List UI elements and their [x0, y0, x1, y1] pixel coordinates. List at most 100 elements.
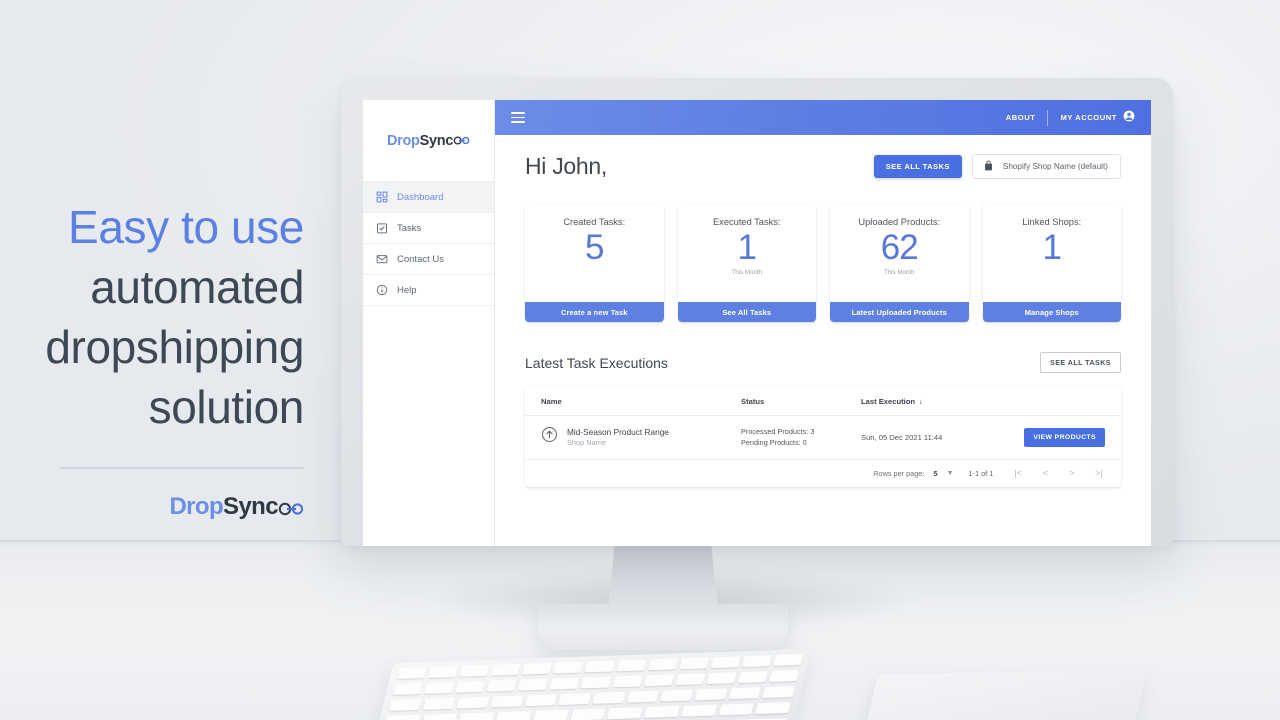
- table-pagination: Rows per page: 5 ▼ 1-1 of 1 |< < > >|: [525, 460, 1121, 487]
- info-circle-icon: [376, 284, 388, 296]
- headline-line-1: Easy to use: [68, 201, 304, 253]
- section-title: Latest Task Executions: [525, 354, 668, 371]
- sidebar-item-help[interactable]: Help: [363, 275, 494, 306]
- brand-logo-drop: Drop: [169, 493, 224, 520]
- shop-selector[interactable]: Shopify Shop Name (default): [971, 154, 1121, 179]
- brand-logo: DropSync: [169, 493, 304, 523]
- sidebar-item-tasks[interactable]: Tasks: [363, 213, 494, 244]
- table-section-header: Latest Task Executions SEE ALL TASKS: [525, 352, 1121, 373]
- view-products-button[interactable]: VIEW PRODUCTS: [1024, 427, 1105, 447]
- first-page-button[interactable]: |<: [1008, 468, 1028, 478]
- monitor-stand-neck: [608, 546, 718, 610]
- upload-circle-icon: [541, 426, 558, 448]
- headline-line-2: automated: [90, 261, 304, 313]
- page-header: Hi John, SEE ALL TASKS Shopify Shop Name…: [525, 153, 1121, 180]
- next-page-button[interactable]: >: [1063, 468, 1080, 478]
- see-all-tasks-card-button[interactable]: See All Tasks: [677, 302, 816, 322]
- table-header-row: Name Status Last Execution ↓: [525, 386, 1121, 416]
- create-new-task-button[interactable]: Create a new Task: [525, 302, 664, 322]
- monitor-stand-foot: [538, 604, 788, 650]
- table-row: Mid-Season Product Range Shop Name Proce…: [525, 416, 1121, 460]
- headline-line-4: solution: [148, 381, 305, 433]
- sidebar-item-label: Dashboard: [397, 191, 444, 203]
- last-page-button[interactable]: >|: [1089, 468, 1109, 478]
- link-chain-icon: [278, 495, 304, 523]
- see-all-tasks-button[interactable]: SEE ALL TASKS: [873, 155, 962, 178]
- stat-card-linked-shops: Linked Shops: 1 Manage Shops: [982, 204, 1122, 322]
- shop-selector-value: Shopify Shop Name (default): [1002, 162, 1108, 171]
- rows-per-page-value[interactable]: 5: [933, 469, 937, 478]
- page-header-actions: SEE ALL TASKS Shopify Shop Name (default…: [873, 154, 1121, 179]
- pending-products-count: Pending Products: 0: [741, 438, 807, 448]
- card-body: Linked Shops: 1: [983, 204, 1122, 302]
- task-name-cell: Mid-Season Product Range Shop Name: [541, 426, 741, 448]
- topbar-actions: ABOUT MY ACCOUNT: [1006, 109, 1135, 127]
- sort-descending-arrow-icon: ↓: [919, 397, 923, 406]
- topbar-divider: [1047, 109, 1049, 126]
- last-execution-timestamp: Sun, 05 Dec 2021 11:44: [861, 432, 943, 442]
- card-title: Uploaded Products:: [858, 217, 941, 227]
- shopping-bag-icon: [983, 160, 994, 173]
- checklist-icon: [376, 222, 388, 234]
- latest-uploaded-products-button[interactable]: Latest Uploaded Products: [830, 302, 969, 322]
- hamburger-icon[interactable]: [511, 112, 525, 123]
- manage-shops-button[interactable]: Manage Shops: [982, 302, 1121, 322]
- task-name-block: Mid-Season Product Range Shop Name: [567, 427, 669, 447]
- app-main: ABOUT MY ACCOUNT Hi John, SEE ALL TASKS: [495, 100, 1151, 546]
- card-value: 1: [737, 228, 757, 267]
- sidebar-logo-drop: Drop: [386, 132, 420, 149]
- dashboard-grid-icon: [376, 191, 388, 203]
- card-subtitle: This Month: [731, 269, 763, 276]
- card-body: Uploaded Products: 62 This Month: [830, 204, 969, 302]
- sidebar-logo-sync: Sync: [419, 132, 454, 149]
- topbar-my-account[interactable]: MY ACCOUNT: [1060, 109, 1135, 127]
- column-header-last-execution-label: Last Execution: [861, 397, 916, 406]
- headline-line-3: dropshipping: [45, 321, 304, 373]
- task-shop-name: Shop Name: [567, 438, 607, 448]
- card-value: 62: [880, 228, 919, 267]
- marketing-headline: Easy to use automated dropshipping solut…: [45, 197, 304, 437]
- topbar-about-link[interactable]: ABOUT: [1006, 113, 1036, 122]
- sidebar-item-contact-us[interactable]: Contact Us: [363, 244, 494, 275]
- mail-icon: [376, 253, 388, 265]
- my-account-label: MY ACCOUNT: [1060, 113, 1117, 122]
- card-body: Created Tasks: 5: [525, 204, 664, 302]
- app-screen: Drop Sync Dashboard Tasks Contact Us Hel…: [363, 100, 1151, 546]
- card-value: 5: [585, 228, 604, 267]
- app-topbar: ABOUT MY ACCOUNT: [495, 100, 1151, 135]
- sidebar-logo: Drop Sync: [363, 100, 494, 182]
- app-sidebar: Drop Sync Dashboard Tasks Contact Us Hel…: [363, 100, 495, 546]
- card-title: Executed Tasks:: [712, 217, 781, 227]
- account-circle-icon: [1123, 109, 1135, 127]
- sidebar-item-label: Contact Us: [397, 253, 444, 265]
- sidebar-item-label: Help: [397, 284, 417, 296]
- processed-products-count: Processed Products: 3: [741, 427, 815, 436]
- column-header-last-execution[interactable]: Last Execution ↓: [861, 397, 1105, 406]
- pagination-range: 1-1 of 1: [968, 468, 994, 478]
- card-title: Linked Shops:: [1022, 217, 1082, 227]
- sidebar-item-dashboard[interactable]: Dashboard: [363, 182, 494, 213]
- card-title: Created Tasks:: [563, 217, 626, 227]
- task-name: Mid-Season Product Range: [567, 427, 669, 438]
- card-body: Executed Tasks: 1 This Month: [678, 204, 817, 302]
- card-value: 1: [1042, 228, 1062, 267]
- stat-card-created-tasks: Created Tasks: 5 Create a new Task: [525, 204, 664, 322]
- brand-logo-sync: Sync: [223, 493, 279, 520]
- previous-page-button[interactable]: <: [1037, 468, 1054, 478]
- stat-card-executed-tasks: Executed Tasks: 1 This Month See All Tas…: [677, 204, 817, 322]
- trackpad: [857, 669, 1147, 720]
- task-executions-table: Name Status Last Execution ↓ Mid-Season …: [525, 386, 1121, 487]
- divider: [60, 467, 304, 469]
- stat-card-uploaded-products: Uploaded Products: 62 This Month Latest …: [830, 204, 969, 322]
- sidebar-item-label: Tasks: [397, 222, 422, 234]
- monitor-frame: Drop Sync Dashboard Tasks Contact Us Hel…: [341, 78, 1173, 546]
- page-title: Hi John,: [525, 153, 607, 179]
- see-all-tasks-outline-button[interactable]: SEE ALL TASKS: [1040, 352, 1121, 373]
- chevron-down-icon[interactable]: ▼: [947, 470, 954, 477]
- stat-cards: Created Tasks: 5 Create a new Task Execu…: [525, 204, 1121, 322]
- column-header-name[interactable]: Name: [541, 397, 741, 406]
- task-status-cell: Processed Products: 3 Pending Products: …: [741, 426, 861, 449]
- link-chain-icon: [453, 133, 470, 149]
- column-header-status[interactable]: Status: [741, 397, 861, 406]
- rows-per-page-label: Rows per page:: [873, 468, 925, 478]
